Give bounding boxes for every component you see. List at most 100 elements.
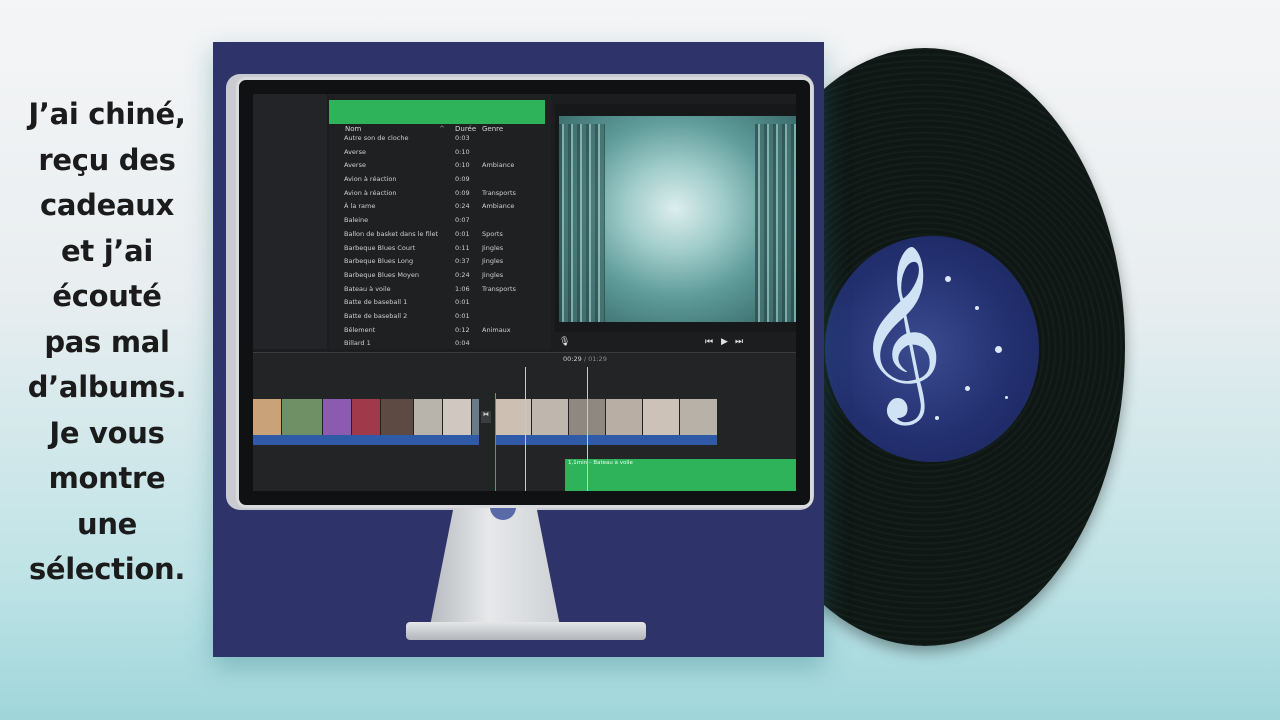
sound-row[interactable]: Barbeque Blues Moyen 0:24 Jingles bbox=[329, 271, 551, 285]
sound-row[interactable]: Averse 0:10 Ambiance bbox=[329, 161, 551, 175]
sound-row[interactable]: Bêlement 0:12 Animaux bbox=[329, 326, 551, 340]
sound-row[interactable]: Autre son de cloche 0:03 bbox=[329, 134, 551, 148]
caption-line: une bbox=[76, 506, 138, 541]
sound-name: Barbeque Blues Court bbox=[344, 243, 416, 252]
sound-row[interactable]: Averse 0:10 bbox=[329, 148, 551, 162]
microphone-icon[interactable]: 🎙 bbox=[559, 337, 570, 347]
treble-clef-icon: 𝄞 bbox=[855, 244, 944, 418]
column-duration[interactable]: Durée bbox=[455, 125, 476, 133]
sound-row[interactable]: Baleine 0:07 bbox=[329, 216, 551, 230]
caption-line: J’ai chiné, bbox=[28, 97, 186, 131]
sound-duration: 0:01 bbox=[455, 229, 470, 238]
time-separator: / bbox=[583, 355, 587, 363]
video-clip[interactable] bbox=[495, 399, 717, 435]
sound-duration: 0:07 bbox=[455, 216, 470, 225]
sound-name: Ballon de basket dans le filet bbox=[344, 229, 439, 238]
sound-name: Averse bbox=[344, 161, 366, 170]
sound-row[interactable]: Avion à réaction 0:09 Transports bbox=[329, 189, 551, 203]
sound-row[interactable]: Ballon de basket dans le filet 0:01 Sports bbox=[329, 230, 551, 244]
sound-list: Autre son de cloche 0:03 Averse 0:10 Averse 0… bbox=[329, 134, 551, 353]
viewer-controls: 🎙 ⏮ ▶ ⏭ bbox=[555, 337, 796, 351]
sound-name: Baleine bbox=[344, 216, 369, 225]
sound-row[interactable]: Batte de baseball 1 0:01 bbox=[329, 298, 551, 312]
monitor-screen: Nom ^ Durée Genre Autre son de cloche 0:0… bbox=[236, 77, 813, 508]
caption-line: pas mal bbox=[44, 324, 170, 359]
bookshelf bbox=[559, 124, 605, 322]
audio-clip[interactable]: 1,1min – Bateau à voile bbox=[565, 459, 796, 491]
video-viewer bbox=[555, 104, 796, 332]
column-genre[interactable]: Genre bbox=[482, 125, 503, 133]
caption-text: J’ai chiné, reçu des cadeaux et j’ai éco… bbox=[14, 92, 200, 593]
sound-genre: Transports bbox=[482, 284, 516, 293]
sound-genre: Transports bbox=[482, 188, 516, 197]
sound-duration: 0:01 bbox=[455, 298, 470, 307]
sound-genre: Ambiance bbox=[482, 202, 515, 211]
sound-row[interactable]: Avion à réaction 0:09 bbox=[329, 175, 551, 189]
sound-row[interactable]: Bateau à voile 1:06 Transports bbox=[329, 285, 551, 299]
sound-row[interactable]: Batte de baseball 2 0:01 bbox=[329, 312, 551, 326]
sound-genre: Jingles bbox=[482, 270, 504, 279]
sound-duration: 0:10 bbox=[455, 147, 470, 156]
sound-row[interactable]: Barbeque Blues Court 0:11 Jingles bbox=[329, 244, 551, 258]
sound-name: Bateau à voile bbox=[344, 284, 391, 293]
sound-row[interactable]: À la rame 0:24 Ambiance bbox=[329, 202, 551, 216]
video-clip[interactable] bbox=[253, 399, 479, 435]
record-label: 𝄞 bbox=[825, 236, 1039, 462]
caption-line: cadeaux bbox=[39, 188, 174, 222]
sound-duration: 0:11 bbox=[455, 243, 470, 252]
sound-name: Autre son de cloche bbox=[344, 134, 409, 142]
caption-line: montre bbox=[48, 461, 166, 495]
sound-browser[interactable]: Nom ^ Durée Genre Autre son de cloche 0:0… bbox=[329, 94, 551, 349]
sound-name: Barbeque Blues Moyen bbox=[344, 270, 419, 279]
sound-name: Avion à réaction bbox=[344, 188, 397, 197]
sound-genre: Jingles bbox=[482, 257, 504, 266]
sound-name: Barbeque Blues Long bbox=[344, 257, 414, 266]
sound-duration: 0:37 bbox=[455, 257, 470, 266]
audio-clip-label: 1,1min – Bateau à voile bbox=[568, 460, 633, 466]
video-editor-app: Nom ^ Durée Genre Autre son de cloche 0:0… bbox=[253, 94, 796, 491]
sound-genre: Ambiance bbox=[482, 161, 515, 170]
skip-forward-icon[interactable]: ⏭ bbox=[735, 337, 743, 347]
sound-row[interactable]: Barbeque Blues Long 0:37 Jingles bbox=[329, 257, 551, 271]
playhead[interactable] bbox=[587, 367, 588, 491]
sound-duration: 0:10 bbox=[455, 161, 470, 170]
timecode: 00:29 / 01:29 bbox=[563, 355, 607, 363]
sound-name: Avion à réaction bbox=[344, 175, 397, 184]
caption-line: sélection. bbox=[28, 552, 186, 586]
sound-name: Billard 1 bbox=[344, 339, 371, 348]
sound-duration: 0:09 bbox=[455, 175, 470, 184]
skip-back-icon[interactable]: ⏮ bbox=[705, 337, 713, 347]
caption-line: d’albums. bbox=[27, 370, 187, 404]
play-icon[interactable]: ▶ bbox=[721, 337, 728, 347]
sound-name: À la rame bbox=[344, 202, 376, 211]
sound-genre: Jingles bbox=[482, 243, 504, 252]
sound-row[interactable]: Billard 1 0:04 bbox=[329, 339, 551, 353]
sound-duration: 0:01 bbox=[455, 311, 470, 320]
sound-genre: Sports bbox=[482, 229, 503, 238]
sound-duration: 0:09 bbox=[455, 188, 470, 197]
sound-name: Batte de baseball 2 bbox=[344, 311, 408, 320]
total-time: 01:29 bbox=[588, 355, 607, 363]
sound-name: Batte de baseball 1 bbox=[344, 298, 408, 307]
transition-icon[interactable]: ⧓ bbox=[481, 411, 491, 423]
library-sidebar[interactable] bbox=[253, 94, 327, 349]
sort-arrow-icon[interactable]: ^ bbox=[439, 125, 445, 133]
selection-bar bbox=[329, 100, 545, 124]
caption-line: écouté bbox=[52, 279, 162, 313]
sound-duration: 0:24 bbox=[455, 270, 470, 279]
skimmer[interactable] bbox=[525, 367, 526, 491]
sound-duration: 0:04 bbox=[455, 339, 470, 348]
sound-duration: 1:06 bbox=[455, 284, 470, 293]
caption-line: Je vous bbox=[49, 415, 165, 450]
bookshelf bbox=[755, 124, 796, 322]
sound-duration: 0:24 bbox=[455, 202, 470, 211]
caption-line: reçu des bbox=[38, 142, 176, 177]
column-name[interactable]: Nom bbox=[345, 125, 361, 133]
sound-name: Averse bbox=[344, 147, 366, 156]
clip-start-marker bbox=[495, 393, 496, 491]
sound-duration: 0:12 bbox=[455, 325, 470, 334]
clip-audio-band bbox=[253, 435, 479, 445]
video-frame bbox=[559, 116, 796, 322]
clip-audio-band bbox=[495, 435, 717, 445]
timeline[interactable]: 00:29 / 01:29 ⧓ 1,1min – Bateau à voile bbox=[253, 352, 796, 491]
